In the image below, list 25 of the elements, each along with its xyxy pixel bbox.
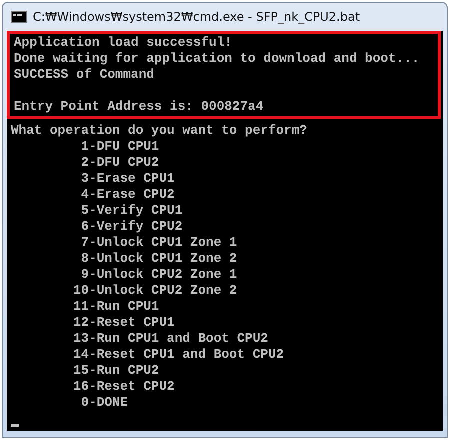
console-line: 15-Run CPU2 [72, 363, 160, 379]
window-title: C:₩Windows₩system32₩cmd.exe - SFP_nk_CPU2.bat [33, 9, 360, 26]
console-line: 9-Unlock CPU2 Zone 1 [80, 267, 238, 283]
console-line: 8-Unlock CPU1 Zone 2 [80, 251, 238, 267]
console-line: 0-DONE [80, 395, 128, 411]
console-line: 4-Erase CPU2 [80, 187, 175, 203]
console-line: 12-Reset CPU1 [72, 315, 175, 331]
console-line: 2-DFU CPU2 [80, 155, 160, 171]
console-icon [11, 11, 27, 23]
text-cursor [11, 424, 19, 427]
console-line: SUCCESS of Command [14, 67, 154, 83]
console-line: Done waiting for application to download and boot... [14, 51, 420, 67]
console-line: What operation do you want to perform? [11, 123, 308, 139]
console-line: 14-Reset CPU1 and Boot CPU2 [72, 347, 284, 363]
console-line: Entry Point Address is: 000827a4 [14, 99, 264, 115]
console-line: 10-Unlock CPU2 Zone 2 [72, 283, 238, 299]
console-line: 11-Run CPU1 [72, 299, 160, 315]
console-line: 1-DFU CPU1 [80, 139, 160, 155]
console-line: 6-Verify CPU2 [80, 219, 183, 235]
console-line: 7-Unlock CPU1 Zone 1 [80, 235, 238, 251]
console-line: 3-Erase CPU1 [80, 171, 175, 187]
console-line: 13-Run CPU1 and Boot CPU2 [72, 331, 268, 347]
console-line: Application load successful! [14, 35, 232, 51]
console-line: 16-Reset CPU2 [72, 379, 175, 395]
console-line: 5-Verify CPU1 [80, 203, 183, 219]
